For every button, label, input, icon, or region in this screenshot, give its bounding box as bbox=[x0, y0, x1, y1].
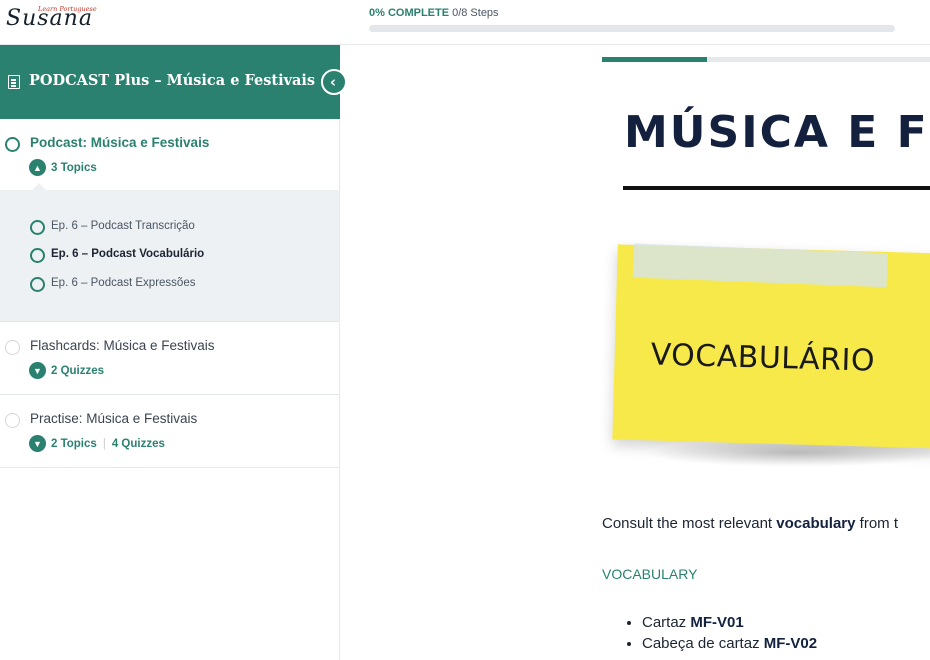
content-progress-fill bbox=[602, 57, 708, 62]
sticky-note: VOCABULÁRIO bbox=[612, 243, 930, 449]
course-progress-bar bbox=[369, 25, 895, 32]
panel-pointer bbox=[31, 183, 47, 191]
lesson-status-circle bbox=[5, 340, 20, 355]
list-item: Cabeça de cartaz MF-V02 bbox=[642, 635, 817, 652]
logo-script: Susana bbox=[6, 6, 93, 31]
topic-label[interactable]: Ep. 6 – Podcast Transcrição bbox=[51, 220, 195, 232]
lesson-divider bbox=[0, 394, 339, 395]
topic-status-circle bbox=[30, 220, 45, 235]
lesson-divider bbox=[0, 467, 339, 468]
intro-prefix: Consult the most relevant bbox=[602, 515, 777, 532]
topic-item-transcricao[interactable]: Ep. 6 – Podcast Transcrição bbox=[0, 217, 339, 239]
lesson-divider bbox=[0, 321, 339, 322]
lesson-meta: ▲ 3 Topics bbox=[29, 159, 97, 176]
lesson-item-podcast[interactable]: Podcast: Música e Festivais ▲ 3 Topics bbox=[0, 129, 339, 189]
lesson-content: MÚSICA E FES VOCABULÁRIO Consult the mos… bbox=[340, 45, 930, 660]
lesson-meta: ▼ 2 Quizzes bbox=[29, 362, 104, 379]
topic-status-circle bbox=[30, 277, 45, 292]
lesson-topics-count: 3 Topics bbox=[51, 161, 97, 174]
vocab-word: Cabeça de cartaz bbox=[642, 635, 760, 652]
book-icon bbox=[8, 75, 20, 89]
lesson-title[interactable]: Practise: Música e Festivais bbox=[30, 411, 197, 426]
sticky-tape bbox=[632, 243, 888, 288]
lesson-item-flashcards[interactable]: Flashcards: Música e Festivais ▼ 2 Quizz… bbox=[0, 332, 339, 392]
hero-title: MÚSICA E FES bbox=[624, 107, 930, 158]
progress-steps: 0/8 Steps bbox=[452, 7, 499, 19]
vocab-word: Cartaz bbox=[642, 614, 687, 631]
topic-item-expressoes[interactable]: Ep. 6 – Podcast Expressões bbox=[0, 274, 339, 296]
lesson-topics-panel: Ep. 6 – Podcast Transcrição Ep. 6 – Podc… bbox=[0, 183, 339, 321]
course-header: PODCAST Plus – Música e Festivais bbox=[0, 45, 340, 119]
chevron-down-icon[interactable]: ▼ bbox=[29, 435, 46, 452]
site-logo[interactable]: Learn Portuguese Susana bbox=[4, 2, 112, 40]
lesson-status-circle bbox=[5, 137, 20, 152]
vocab-code: MF-V01 bbox=[690, 614, 744, 631]
course-sidebar: PODCAST Plus – Música e Festivais ‹ Podc… bbox=[0, 45, 347, 660]
vocabulary-sticky-note-image: VOCABULÁRIO bbox=[612, 241, 930, 471]
top-header: Learn Portuguese Susana 0% COMPLETE 0/8 S… bbox=[0, 0, 930, 45]
sticky-label: VOCABULÁRIO bbox=[650, 337, 876, 379]
vocabulary-heading: VOCABULARY bbox=[602, 566, 698, 582]
intro-bold: vocabulary bbox=[776, 515, 856, 532]
course-title[interactable]: PODCAST Plus – Música e Festivais bbox=[29, 72, 315, 89]
vocabulary-list: Cartaz MF-V01 Cabeça de cartaz MF-V02 bbox=[642, 614, 817, 656]
topic-label-current[interactable]: Ep. 6 – Podcast Vocabulário bbox=[51, 248, 204, 260]
lesson-item-practise[interactable]: Practise: Música e Festivais ▼ 2 Topics … bbox=[0, 405, 339, 465]
topic-status-circle bbox=[30, 248, 45, 263]
chevron-left-icon: ‹ bbox=[329, 72, 337, 91]
lesson-title[interactable]: Flashcards: Música e Festivais bbox=[30, 338, 215, 353]
topic-label[interactable]: Ep. 6 – Podcast Expressões bbox=[51, 277, 195, 289]
list-item: Cartaz MF-V01 bbox=[642, 614, 817, 631]
progress-percent: 0% COMPLETE bbox=[369, 7, 450, 19]
meta-separator: | bbox=[102, 437, 106, 450]
lesson-meta: ▼ 2 Topics | 4 Quizzes bbox=[29, 435, 165, 452]
lesson-quizzes-count: 4 Quizzes bbox=[111, 437, 165, 450]
course-progress-label: 0% COMPLETE 0/8 Steps bbox=[369, 7, 499, 19]
hero-underline bbox=[623, 186, 930, 190]
topic-item-vocabulario[interactable]: Ep. 6 – Podcast Vocabulário bbox=[0, 245, 339, 267]
lesson-quizzes-count: 2 Quizzes bbox=[51, 364, 105, 377]
vocab-code: MF-V02 bbox=[763, 635, 818, 652]
intro-paragraph: Consult the most relevant vocabulary fro… bbox=[602, 515, 898, 532]
lesson-title[interactable]: Podcast: Música e Festivais bbox=[30, 135, 209, 150]
content-progress-bar bbox=[602, 57, 930, 62]
intro-suffix: from t bbox=[855, 515, 898, 532]
lesson-topics-count: 2 Topics bbox=[51, 437, 97, 450]
chevron-up-icon[interactable]: ▲ bbox=[29, 159, 46, 176]
lesson-status-circle bbox=[5, 413, 20, 428]
chevron-down-icon[interactable]: ▼ bbox=[29, 362, 46, 379]
